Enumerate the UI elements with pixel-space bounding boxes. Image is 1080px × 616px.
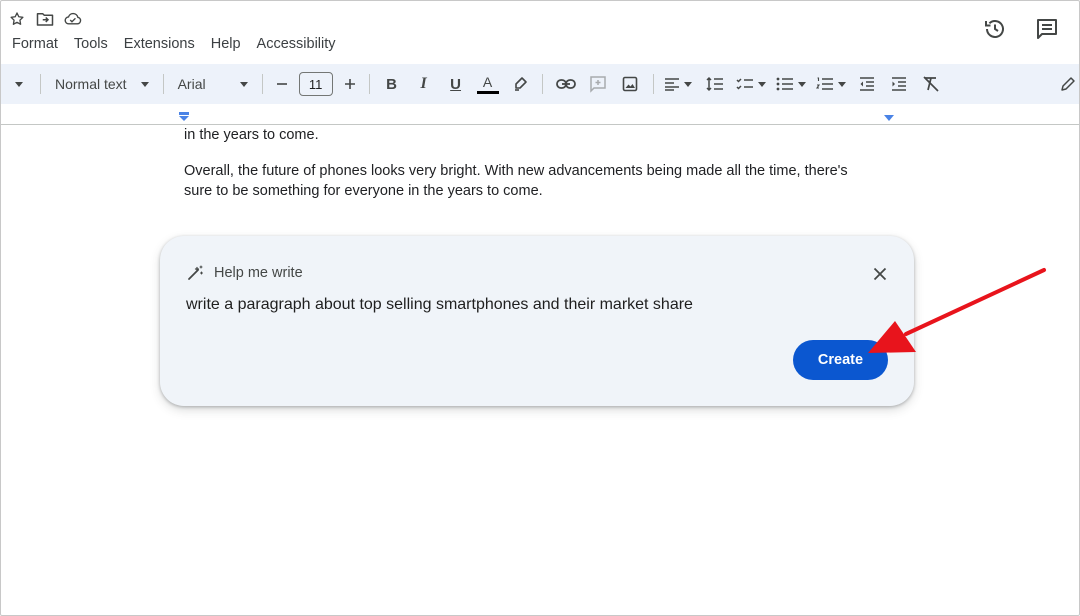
- indent-increase-icon: [891, 77, 906, 91]
- close-icon: [873, 267, 887, 281]
- document-line: in the years to come.: [184, 127, 319, 143]
- insert-image-button[interactable]: [615, 70, 645, 98]
- plus-icon: [344, 79, 355, 89]
- comments-icon[interactable]: [1034, 16, 1060, 42]
- indent-decrease-icon: [859, 77, 874, 91]
- italic-icon: I: [420, 75, 427, 92]
- help-me-write-title: Help me write: [214, 265, 303, 281]
- bold-icon: B: [386, 75, 398, 93]
- top-right-actions: [982, 16, 1060, 42]
- font-family-dropdown[interactable]: Arial: [172, 70, 254, 98]
- version-history-icon[interactable]: [982, 16, 1008, 42]
- menu-bar: Format Tools Extensions Help Accessibili…: [6, 34, 346, 54]
- toolbar-divider: [40, 74, 41, 94]
- font-family-label: Arial: [177, 76, 206, 92]
- pencil-icon: [1061, 77, 1075, 91]
- italic-button[interactable]: I: [410, 70, 438, 98]
- editing-mode-button[interactable]: [1056, 70, 1080, 98]
- add-comment-icon: [589, 76, 606, 93]
- line-spacing-icon: [706, 76, 723, 92]
- bulleted-list-dropdown[interactable]: [776, 70, 806, 98]
- text-color-button[interactable]: A: [474, 70, 502, 98]
- insert-link-button[interactable]: [551, 70, 581, 98]
- highlight-color-button[interactable]: [506, 70, 534, 98]
- text-color-swatch: [476, 90, 499, 94]
- ruler: [0, 104, 1080, 125]
- cloud-status-icon[interactable]: [64, 10, 82, 28]
- underline-icon: U: [450, 75, 462, 93]
- help-me-write-header: Help me write: [186, 264, 303, 282]
- bulleted-list-icon: [776, 77, 793, 91]
- highlighter-icon: [514, 77, 527, 91]
- toolbar-divider: [368, 74, 370, 94]
- align-dropdown[interactable]: [662, 70, 694, 98]
- image-icon: [622, 76, 637, 92]
- toolbar-divider: [261, 74, 263, 94]
- increase-font-size-button[interactable]: [339, 70, 361, 98]
- create-button[interactable]: Create: [793, 340, 888, 380]
- underline-button[interactable]: U: [442, 70, 470, 98]
- line-spacing-button[interactable]: [700, 70, 730, 98]
- chevron-down-icon: [140, 81, 149, 87]
- help-me-write-panel: Help me write write a paragraph about to…: [160, 236, 914, 406]
- chevron-down-icon: [239, 81, 248, 87]
- clear-formatting-button[interactable]: [916, 70, 946, 98]
- move-to-folder-icon[interactable]: [36, 10, 54, 28]
- toolbar-divider: [541, 74, 543, 94]
- magic-pen-icon: [188, 265, 204, 280]
- bold-button[interactable]: B: [378, 70, 406, 98]
- menu-help[interactable]: Help: [205, 34, 247, 54]
- chevron-down-icon: [683, 81, 692, 87]
- document-paragraph-line-2: sure to be something for everyone in the…: [184, 183, 543, 199]
- font-size-input[interactable]: 11: [298, 72, 333, 96]
- top-bar: Format Tools Extensions Help Accessibili…: [0, 0, 1080, 64]
- checklist-icon: [736, 78, 753, 90]
- increase-indent-button[interactable]: [884, 70, 914, 98]
- title-icons: [8, 10, 82, 28]
- star-icon[interactable]: [8, 10, 26, 28]
- close-button[interactable]: [870, 264, 890, 284]
- clear-formatting-icon: [922, 76, 939, 92]
- minus-icon: [276, 83, 287, 85]
- align-left-icon: [664, 78, 679, 91]
- chevron-down-icon: [837, 81, 846, 87]
- left-indent-marker[interactable]: [178, 112, 190, 122]
- right-indent-marker[interactable]: [883, 114, 895, 122]
- numbered-list-icon: [815, 77, 833, 90]
- decrease-font-size-button[interactable]: [271, 70, 293, 98]
- chevron-down-icon: [15, 81, 23, 87]
- menu-tools[interactable]: Tools: [68, 34, 114, 54]
- formatting-toolbar: Normal text Arial 11 B I U A: [0, 64, 1080, 104]
- paragraph-style-dropdown[interactable]: Normal text: [49, 70, 155, 98]
- numbered-list-dropdown[interactable]: [815, 70, 846, 98]
- document-paragraph-line-1: Overall, the future of phones looks very…: [184, 163, 848, 179]
- zoom-dropdown[interactable]: [6, 70, 32, 98]
- toolbar-divider: [652, 74, 654, 94]
- menu-format[interactable]: Format: [6, 34, 64, 54]
- paragraph-style-label: Normal text: [55, 76, 127, 92]
- checklist-dropdown[interactable]: [736, 70, 766, 98]
- menu-extensions[interactable]: Extensions: [118, 34, 201, 54]
- chevron-down-icon: [797, 81, 806, 87]
- insert-comment-button[interactable]: [583, 70, 613, 98]
- toolbar-divider: [162, 74, 164, 94]
- link-icon: [555, 79, 576, 89]
- decrease-indent-button[interactable]: [852, 70, 882, 98]
- menu-accessibility[interactable]: Accessibility: [251, 34, 342, 54]
- text-color-icon: A: [482, 73, 493, 90]
- chevron-down-icon: [757, 81, 766, 87]
- prompt-input[interactable]: write a paragraph about top selling smar…: [186, 296, 866, 314]
